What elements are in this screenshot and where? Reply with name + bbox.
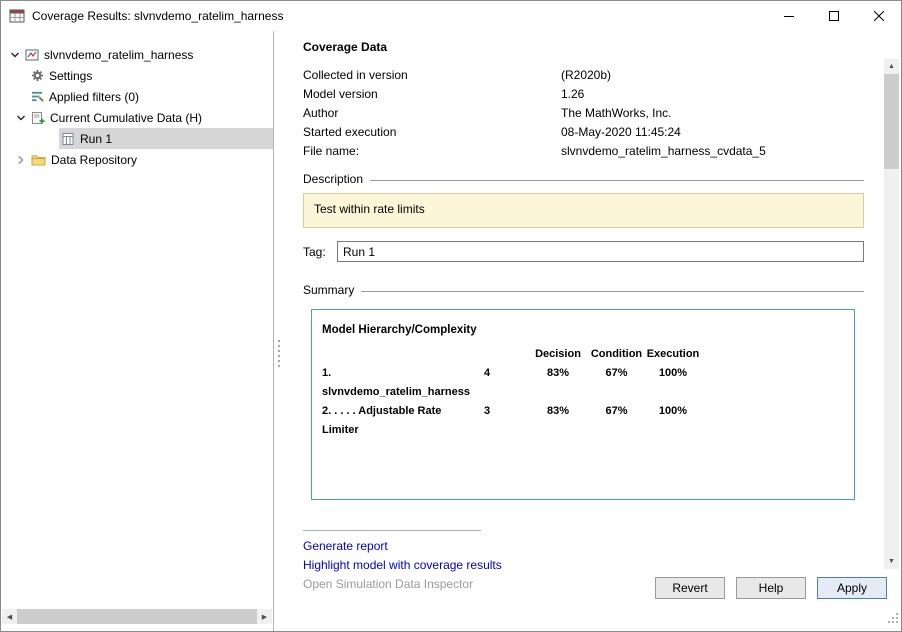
scroll-down-arrow-icon[interactable]: ▼: [884, 554, 899, 569]
table-row-condition: 67%: [589, 364, 644, 402]
summary-table: Decision Condition Execution 1. slvnvdem…: [322, 345, 854, 440]
window-resize-grip[interactable]: [887, 611, 899, 629]
help-button[interactable]: Help: [736, 577, 806, 599]
selected-tree-item: Run 1: [59, 128, 273, 149]
summary-section-header: Summary: [303, 283, 864, 297]
revert-button[interactable]: Revert: [655, 577, 725, 599]
tag-label: Tag:: [303, 245, 337, 259]
description-section-header: Description: [303, 172, 864, 186]
section-divider: [370, 180, 864, 181]
field-collected-version: Collected in version (R2020b): [303, 66, 864, 85]
table-row-execution: 100%: [644, 364, 702, 402]
field-value: 1.26: [561, 85, 584, 104]
tree-item-applied-filters[interactable]: Applied filters (0): [1, 86, 273, 107]
table-row-name: 1. slvnvdemo_ratelim_harness: [322, 364, 472, 402]
title-bar: Coverage Results: slvnvdemo_ratelim_harn…: [1, 1, 901, 31]
field-value: slvnvdemo_ratelim_harness_cvdata_5: [561, 142, 766, 161]
tree-item-label: Applied filters (0): [49, 90, 139, 104]
highlight-model-link[interactable]: Highlight model with coverage results: [303, 556, 502, 575]
maximize-icon: [829, 11, 839, 21]
window-body: slvnvdemo_ratelim_harness: [1, 31, 901, 631]
table-row-execution: 100%: [644, 402, 702, 440]
tree-item-label: Run 1: [80, 132, 112, 146]
links-divider: [303, 530, 481, 531]
gear-icon: [31, 69, 44, 82]
field-label: Collected in version: [303, 66, 561, 85]
tag-field-row: Tag:: [303, 241, 864, 262]
apply-button[interactable]: Apply: [817, 577, 887, 599]
chevron-right-icon[interactable]: [13, 155, 29, 165]
table-row-condition: 67%: [589, 402, 644, 440]
tree-horizontal-scrollbar[interactable]: ◀ ▶: [2, 609, 272, 624]
tree-item-label: Data Repository: [51, 153, 137, 167]
vertical-scrollbar-thumb[interactable]: [884, 74, 899, 169]
section-divider: [361, 291, 864, 292]
chevron-down-icon[interactable]: [13, 113, 29, 123]
table-row-complexity: 3: [472, 402, 502, 440]
field-label: Author: [303, 104, 561, 123]
scroll-up-arrow-icon[interactable]: ▲: [884, 59, 899, 74]
description-textarea[interactable]: Test within rate limits: [303, 193, 864, 228]
cumulative-data-icon: [31, 111, 45, 125]
field-file-name: File name: slvnvdemo_ratelim_harness_cvd…: [303, 142, 864, 161]
close-icon: [874, 11, 884, 21]
table-row-decision: 83%: [527, 364, 589, 402]
column-header-decision: Decision: [527, 345, 589, 364]
field-value: The MathWorks, Inc.: [561, 104, 671, 123]
scroll-right-arrow-icon[interactable]: ▶: [257, 609, 272, 624]
window-controls: [766, 1, 901, 31]
table-row-complexity: 4: [472, 364, 502, 402]
column-header-execution: Execution: [644, 345, 702, 364]
coverage-data-content: Coverage Data Collected in version (R202…: [274, 31, 881, 571]
minimize-icon: [784, 11, 794, 21]
model-icon: [25, 48, 39, 62]
tree-item-cumulative-data[interactable]: Current Cumulative Data (H): [1, 107, 273, 128]
tree-item-data-repository[interactable]: Data Repository: [1, 149, 273, 170]
description-label: Description: [303, 172, 363, 186]
tree-item-label: Settings: [49, 69, 92, 83]
field-author: Author The MathWorks, Inc.: [303, 104, 864, 123]
folder-icon: [31, 153, 46, 166]
coverage-results-window: Coverage Results: slvnvdemo_ratelim_harn…: [0, 0, 902, 632]
filter-icon: [31, 90, 44, 103]
panel-splitter-handle[interactable]: [277, 339, 281, 367]
results-tree: slvnvdemo_ratelim_harness: [1, 31, 273, 170]
generate-report-link[interactable]: Generate report: [303, 537, 388, 556]
summary-table-title: Model Hierarchy/Complexity: [322, 324, 854, 336]
tree-item-label: slvnvdemo_ratelim_harness: [44, 48, 193, 62]
details-vertical-scrollbar[interactable]: ▲ ▼: [884, 59, 899, 569]
field-label: File name:: [303, 142, 561, 161]
tag-input[interactable]: [337, 241, 864, 262]
summary-label: Summary: [303, 283, 354, 297]
summary-report-box: Model Hierarchy/Complexity Decision Cond…: [311, 309, 855, 500]
chevron-down-icon[interactable]: [7, 50, 23, 60]
coverage-data-panel: Coverage Data Collected in version (R202…: [274, 31, 901, 631]
run-report-icon: [61, 132, 75, 146]
tree-item-run-1[interactable]: Run 1: [1, 128, 273, 149]
scroll-left-arrow-icon[interactable]: ◀: [2, 609, 17, 624]
tree-item-settings[interactable]: Settings: [1, 65, 273, 86]
field-value: 08-May-2020 11:45:24: [561, 123, 681, 142]
tree-item-label: Current Cumulative Data (H): [50, 111, 202, 125]
vertical-scrollbar-track[interactable]: [884, 169, 899, 554]
table-row-name: 2. . . . . Adjustable Rate Limiter: [322, 402, 472, 440]
minimize-button[interactable]: [766, 1, 811, 31]
dialog-buttons: Revert Help Apply: [655, 577, 887, 599]
open-sdi-link: Open Simulation Data Inspector: [303, 575, 473, 594]
table-row-decision: 83%: [527, 402, 589, 440]
maximize-button[interactable]: [811, 1, 856, 31]
coverage-app-icon: [9, 8, 25, 24]
tree-item-harness-root[interactable]: slvnvdemo_ratelim_harness: [1, 44, 273, 65]
window-title: Coverage Results: slvnvdemo_ratelim_harn…: [32, 9, 283, 23]
panel-title: Coverage Data: [303, 40, 864, 54]
field-label: Model version: [303, 85, 561, 104]
field-label: Started execution: [303, 123, 561, 142]
field-model-version: Model version 1.26: [303, 85, 864, 104]
results-tree-panel: slvnvdemo_ratelim_harness: [1, 31, 274, 631]
horizontal-scrollbar-thumb[interactable]: [17, 609, 257, 624]
field-started-execution: Started execution 08-May-2020 11:45:24: [303, 123, 864, 142]
close-button[interactable]: [856, 1, 901, 31]
field-value: (R2020b): [561, 66, 611, 85]
column-header-condition: Condition: [589, 345, 644, 364]
